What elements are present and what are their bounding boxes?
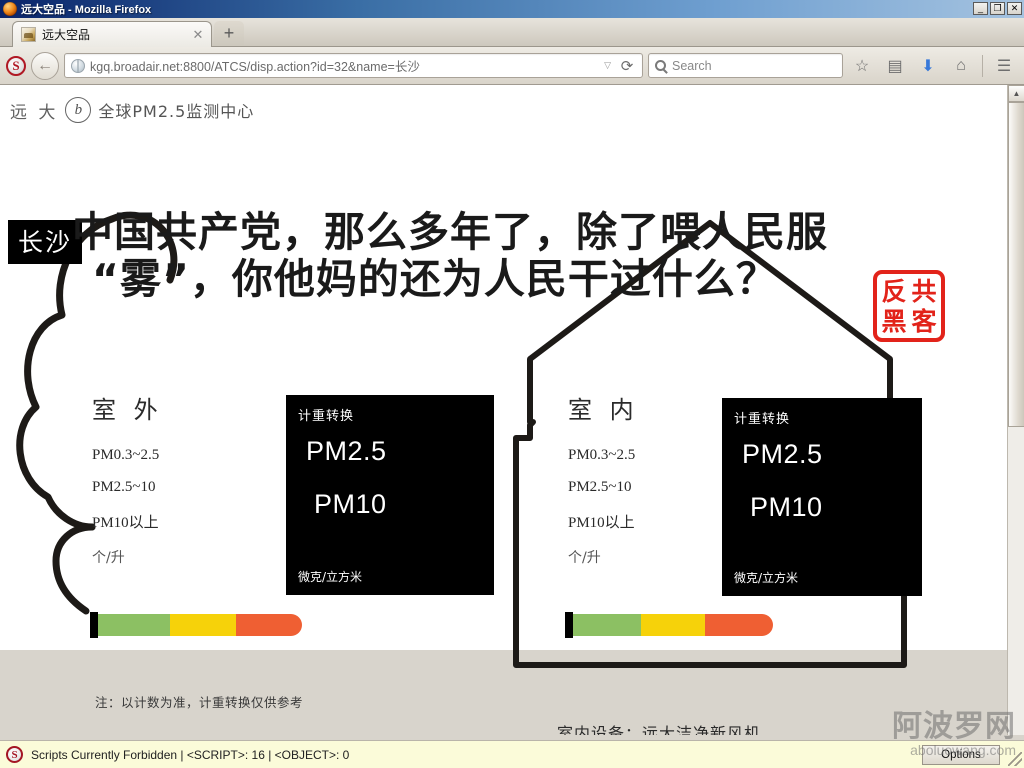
outdoor-unit: 个/升 xyxy=(92,550,125,566)
window-title-bar: 远大空品 - Mozilla Firefox _ ❐ ✕ xyxy=(0,0,1024,18)
outdoor-row-pm25: PM2.5~10 xyxy=(92,479,156,495)
indoor-conversion-unit: 微克/立方米 xyxy=(734,571,799,585)
gauge-segment-red xyxy=(705,614,773,636)
outdoor-row-pm10: PM10以上 xyxy=(92,515,159,531)
back-button[interactable]: ← xyxy=(31,51,59,80)
indoor-conversion-box: 计重转换 PM2.5 PM10 微克/立方米 xyxy=(722,398,922,596)
outdoor-title: 室 外 xyxy=(92,396,163,424)
indoor-row-pm10: PM10以上 xyxy=(568,515,635,531)
reload-icon[interactable]: ⟳ xyxy=(616,55,638,77)
tab-title: 远大空品 xyxy=(42,28,91,42)
stamp-char-4: 客 xyxy=(911,306,937,336)
navigation-toolbar: S ← kgq.broadair.net:8800/ATCS/disp.acti… xyxy=(0,47,1024,85)
menu-icon[interactable]: ☰ xyxy=(990,52,1018,80)
indoor-conversion-title: 计重转换 xyxy=(734,412,791,427)
stamp-char-2: 共 xyxy=(911,276,937,306)
outdoor-gauge xyxy=(90,612,302,638)
stamp-char-3: 黑 xyxy=(881,306,907,336)
gauge-segment-yellow xyxy=(170,614,236,636)
web-page: 远 大 b 全球PM2.5监测中心 长沙 中国共产党，那么多年了，除了喂人民服 … xyxy=(0,85,1007,735)
indoor-gauge xyxy=(565,612,773,638)
indoor-pm10-value: PM10 xyxy=(750,492,823,522)
noscript-icon[interactable]: S xyxy=(6,55,26,76)
cloud-outline-tail-icon xyxy=(52,523,96,615)
outdoor-conversion-box: 计重转换 PM2.5 PM10 微克/立方米 xyxy=(286,395,494,595)
browser-content-area: 远 大 b 全球PM2.5监测中心 长沙 中国共产党，那么多年了，除了喂人民服 … xyxy=(0,85,1024,735)
window-controls: _ ❐ ✕ xyxy=(973,2,1022,15)
browser-tab[interactable]: 远大空品 ✕ xyxy=(12,21,212,47)
site-subtitle: 全球PM2.5监测中心 xyxy=(98,102,255,121)
indoor-device-note: 室内设备：远大洁净新风机 xyxy=(557,724,762,735)
outdoor-panel: 室 外 PM0.3~2.5 PM2.5~10 PM10以上 个/升 xyxy=(92,390,163,567)
gauge-segment-green xyxy=(98,614,170,636)
page-favicon-icon xyxy=(21,27,36,42)
indoor-row-pm25: PM2.5~10 xyxy=(568,479,632,495)
url-text: kgq.broadair.net:8800/ATCS/disp.action?i… xyxy=(90,60,420,74)
tab-strip: 远大空品 ✕ + xyxy=(0,18,1024,47)
bookmark-star-icon[interactable]: ☆ xyxy=(848,52,876,80)
indoor-title: 室 内 xyxy=(568,396,639,424)
site-header: 远 大 b 全球PM2.5监测中心 xyxy=(10,97,254,123)
toolbar-divider xyxy=(982,54,983,77)
status-text: Scripts Currently Forbidden | <SCRIPT>: … xyxy=(31,747,350,762)
maximize-button[interactable]: ❐ xyxy=(990,2,1005,15)
resize-grip[interactable] xyxy=(1008,752,1022,766)
scrollbar-thumb[interactable] xyxy=(1008,102,1024,427)
close-icon[interactable]: ✕ xyxy=(191,27,205,43)
scroll-up-button[interactable]: ▲ xyxy=(1008,85,1024,102)
search-placeholder: Search xyxy=(672,58,712,73)
outdoor-conversion-title: 计重转换 xyxy=(298,409,355,424)
minimize-button[interactable]: _ xyxy=(973,2,988,15)
status-bar: S Scripts Currently Forbidden | <SCRIPT>… xyxy=(0,740,1024,768)
outdoor-gauge-marker xyxy=(90,612,98,638)
noscript-options-button[interactable]: Options xyxy=(922,745,1000,765)
firefox-logo-icon xyxy=(3,2,17,16)
close-button[interactable]: ✕ xyxy=(1007,2,1022,15)
search-icon xyxy=(655,60,666,71)
globe-icon xyxy=(71,58,85,73)
download-icon[interactable]: ⬇ xyxy=(914,52,942,80)
gauge-segment-red xyxy=(236,614,302,636)
gauge-segment-yellow xyxy=(641,614,705,636)
window-title: 远大空品 - Mozilla Firefox xyxy=(21,4,152,16)
search-input[interactable]: Search xyxy=(648,53,843,78)
indoor-gauge-marker xyxy=(565,612,573,638)
indoor-row-pm03: PM0.3~2.5 xyxy=(568,447,636,463)
measurement-note: 注：以计数为准，计重转换仅供参考 xyxy=(95,695,304,710)
home-icon[interactable]: ⌂ xyxy=(947,52,975,80)
stamp-char-1: 反 xyxy=(881,276,907,306)
outdoor-pm10-value: PM10 xyxy=(314,489,387,519)
new-tab-button[interactable]: + xyxy=(214,21,244,45)
site-brand: 远 大 xyxy=(10,102,59,123)
broad-logo-icon: b xyxy=(65,97,92,123)
noscript-status-icon[interactable]: S xyxy=(6,746,23,763)
indoor-unit: 个/升 xyxy=(568,550,601,566)
city-badge: 长沙 xyxy=(8,220,83,264)
indoor-gauge-track xyxy=(573,614,773,636)
library-icon[interactable]: ▤ xyxy=(881,52,909,80)
anti-ccp-hacker-stamp: 反 共 黑 客 xyxy=(873,270,945,342)
outdoor-row-pm03: PM0.3~2.5 xyxy=(92,447,160,463)
indoor-pm25-value: PM2.5 xyxy=(742,439,823,469)
gauge-segment-green xyxy=(573,614,641,636)
address-bar[interactable]: kgq.broadair.net:8800/ATCS/disp.action?i… xyxy=(64,53,643,78)
chevron-down-icon[interactable]: ▽ xyxy=(599,60,616,71)
outdoor-conversion-unit: 微克/立方米 xyxy=(298,570,363,584)
outdoor-gauge-track xyxy=(98,614,302,636)
vertical-scrollbar[interactable]: ▲ xyxy=(1007,85,1024,735)
indoor-panel: 室 内 PM0.3~2.5 PM2.5~10 PM10以上 个/升 xyxy=(568,390,639,567)
outdoor-pm25-value: PM2.5 xyxy=(306,436,387,466)
